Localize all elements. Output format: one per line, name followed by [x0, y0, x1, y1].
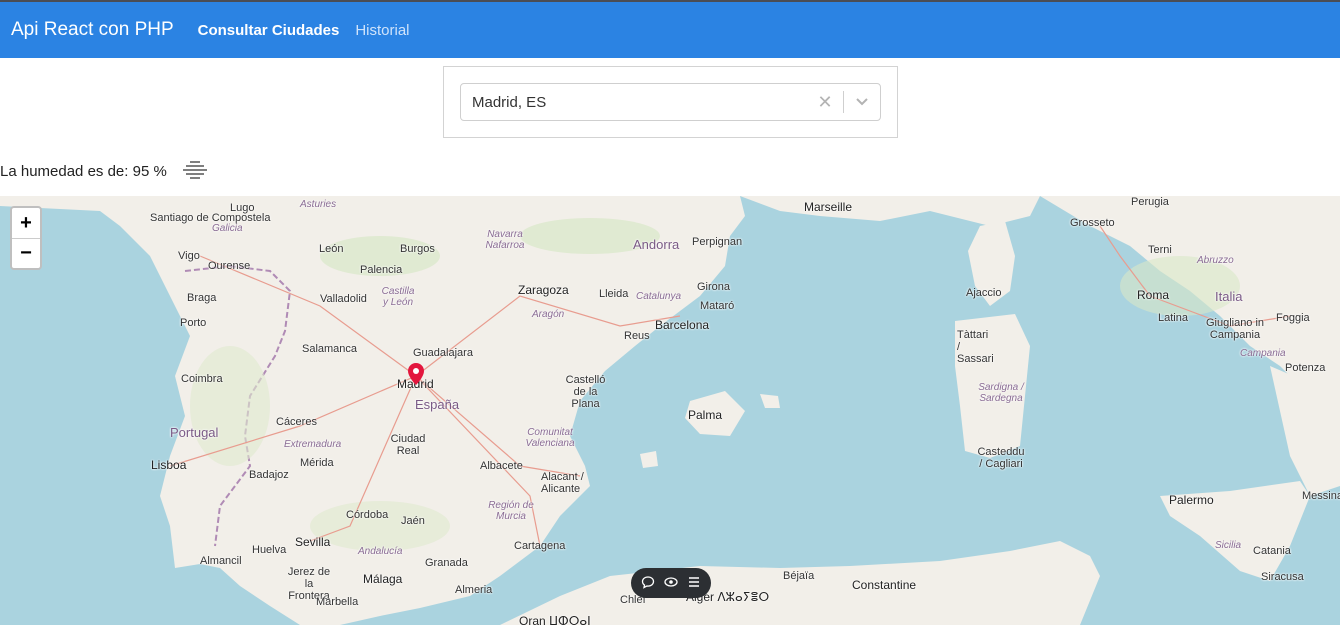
label-perugia: Perugia [1131, 196, 1169, 208]
label-coimbra: Coimbra [181, 373, 223, 385]
label-potenza: Potenza [1285, 362, 1326, 374]
label-huelva: Huelva [252, 544, 287, 556]
label-palermo: Palermo [1169, 493, 1214, 507]
label-perpignan: Perpignan [692, 236, 743, 248]
label-badajoz: Badajoz [249, 469, 289, 481]
label-almancil: Almancil [200, 555, 242, 567]
label-latina: Latina [1158, 312, 1188, 324]
nav-consultar-ciudades[interactable]: Consultar Ciudades [198, 22, 340, 39]
label-lugo: Lugo [230, 202, 255, 214]
label-andorra: Andorra [633, 237, 680, 252]
label-barcelona: Barcelona [655, 318, 710, 332]
label-cordoba: Córdoba [346, 509, 389, 521]
label-girona: Girona [697, 281, 731, 293]
label-oran: Oran ⵡⵀⵔⴰⵏ [519, 614, 591, 625]
map[interactable]: Santiago de Compostela Lugo Vigo Ourense… [0, 196, 1340, 625]
label-vigo: Vigo [178, 250, 200, 262]
label-sardegna: Sardigna / Sardegna [978, 382, 1024, 404]
label-leon: León [319, 243, 344, 255]
label-castello: Castelló de la Plana [565, 374, 606, 410]
label-lleida: Lleida [599, 288, 629, 300]
label-navarra: Navarra Nafarroa [485, 229, 525, 251]
label-burgos: Burgos [400, 243, 435, 255]
map-toolbar [631, 568, 711, 598]
city-select-card: Madrid, ES ✕ [443, 66, 898, 138]
label-zaragoza: Zaragoza [518, 283, 569, 297]
label-sevilla: Sevilla [295, 535, 331, 549]
label-malaga: Málaga [363, 572, 403, 586]
label-guadalajara: Guadalajara [413, 347, 473, 359]
label-asturies: Asturies [300, 199, 337, 210]
humidity-text: La humedad es de: 95 % [0, 162, 167, 180]
label-extremadura: Extremadura [284, 439, 342, 450]
label-palma: Palma [688, 408, 723, 422]
label-valenciana: Comunitat Valenciana [525, 427, 575, 449]
label-grosseto: Grosseto [1070, 217, 1115, 229]
label-cagliari: Casteddu / Cagliari [977, 446, 1025, 470]
label-braga: Braga [187, 292, 217, 304]
label-siracusa: Siracusa [1261, 571, 1304, 583]
label-lisboa: Lisboa [151, 458, 187, 472]
label-marbella: Marbella [316, 596, 359, 608]
close-icon[interactable]: ✕ [807, 92, 843, 113]
label-murcia: Región de Murcia [488, 500, 534, 522]
brand-title[interactable]: Api React con PHP [11, 19, 174, 41]
label-campania: Campania [1240, 348, 1286, 359]
label-granada: Granada [425, 557, 468, 569]
city-select[interactable]: Madrid, ES ✕ [460, 83, 881, 121]
zoom-out-button[interactable]: − [12, 238, 40, 268]
label-catania: Catania [1253, 545, 1291, 557]
label-castilla: Castilla y León [381, 286, 415, 308]
label-merida: Mérida [300, 457, 334, 469]
label-ourense: Ourense [208, 260, 251, 272]
comment-icon[interactable] [641, 575, 655, 592]
label-cartagena: Cartagena [514, 540, 566, 552]
navbar: Api React con PHP Consultar Ciudades His… [0, 0, 1340, 58]
label-galicia: Galicia [212, 223, 243, 234]
menu-icon[interactable] [687, 575, 701, 592]
label-portugal: Portugal [170, 425, 219, 440]
zoom-control: + − [10, 206, 42, 270]
label-messina: Messina [1302, 490, 1340, 502]
label-roma: Roma [1137, 288, 1170, 302]
label-foggia: Foggia [1276, 312, 1310, 324]
label-ajaccio: Ajaccio [966, 287, 1002, 299]
label-alicante: Alacant / Alicante [541, 471, 584, 495]
label-bejaia: Béjaïa [783, 570, 815, 582]
label-palencia: Palencia [360, 264, 403, 276]
eye-icon[interactable] [664, 575, 678, 592]
label-ciudad-real: Ciudad Real [390, 433, 426, 457]
label-abruzzo: Abruzzo [1197, 255, 1234, 266]
label-aragon: Aragón [532, 309, 565, 320]
label-marseille: Marseille [804, 200, 853, 214]
zoom-in-button[interactable]: + [12, 208, 40, 238]
city-select-value: Madrid, ES [472, 93, 547, 111]
label-reus: Reus [624, 330, 650, 342]
label-sicilia: Sicilia [1215, 540, 1242, 551]
label-italia: Italia [1215, 289, 1243, 304]
humidity-row: La humedad es de: 95 % [0, 160, 209, 182]
label-albacete: Albacete [480, 460, 523, 472]
label-mataro: Mataró [700, 300, 735, 312]
label-terni: Terni [1148, 244, 1172, 256]
chevron-down-icon[interactable] [844, 97, 880, 107]
label-constantine: Constantine [852, 578, 917, 592]
map-pin-icon[interactable] [408, 363, 424, 390]
label-caceres: Cáceres [276, 416, 317, 428]
label-giugliano: Giugliano in Campania [1205, 317, 1265, 341]
label-salamanca: Salamanca [302, 343, 358, 355]
label-valladolid: Valladolid [320, 293, 367, 305]
label-espana: España [415, 397, 460, 412]
nav-historial[interactable]: Historial [355, 22, 409, 39]
label-almeria: Almeria [455, 584, 493, 596]
label-jaen: Jaén [401, 515, 425, 527]
label-porto: Porto [180, 317, 207, 329]
label-andalucia: Andalucía [358, 546, 403, 557]
label-sassari: Tàttari / Sassari [957, 329, 994, 365]
fog-icon [181, 159, 209, 183]
label-catalunya: Catalunya [636, 291, 682, 302]
